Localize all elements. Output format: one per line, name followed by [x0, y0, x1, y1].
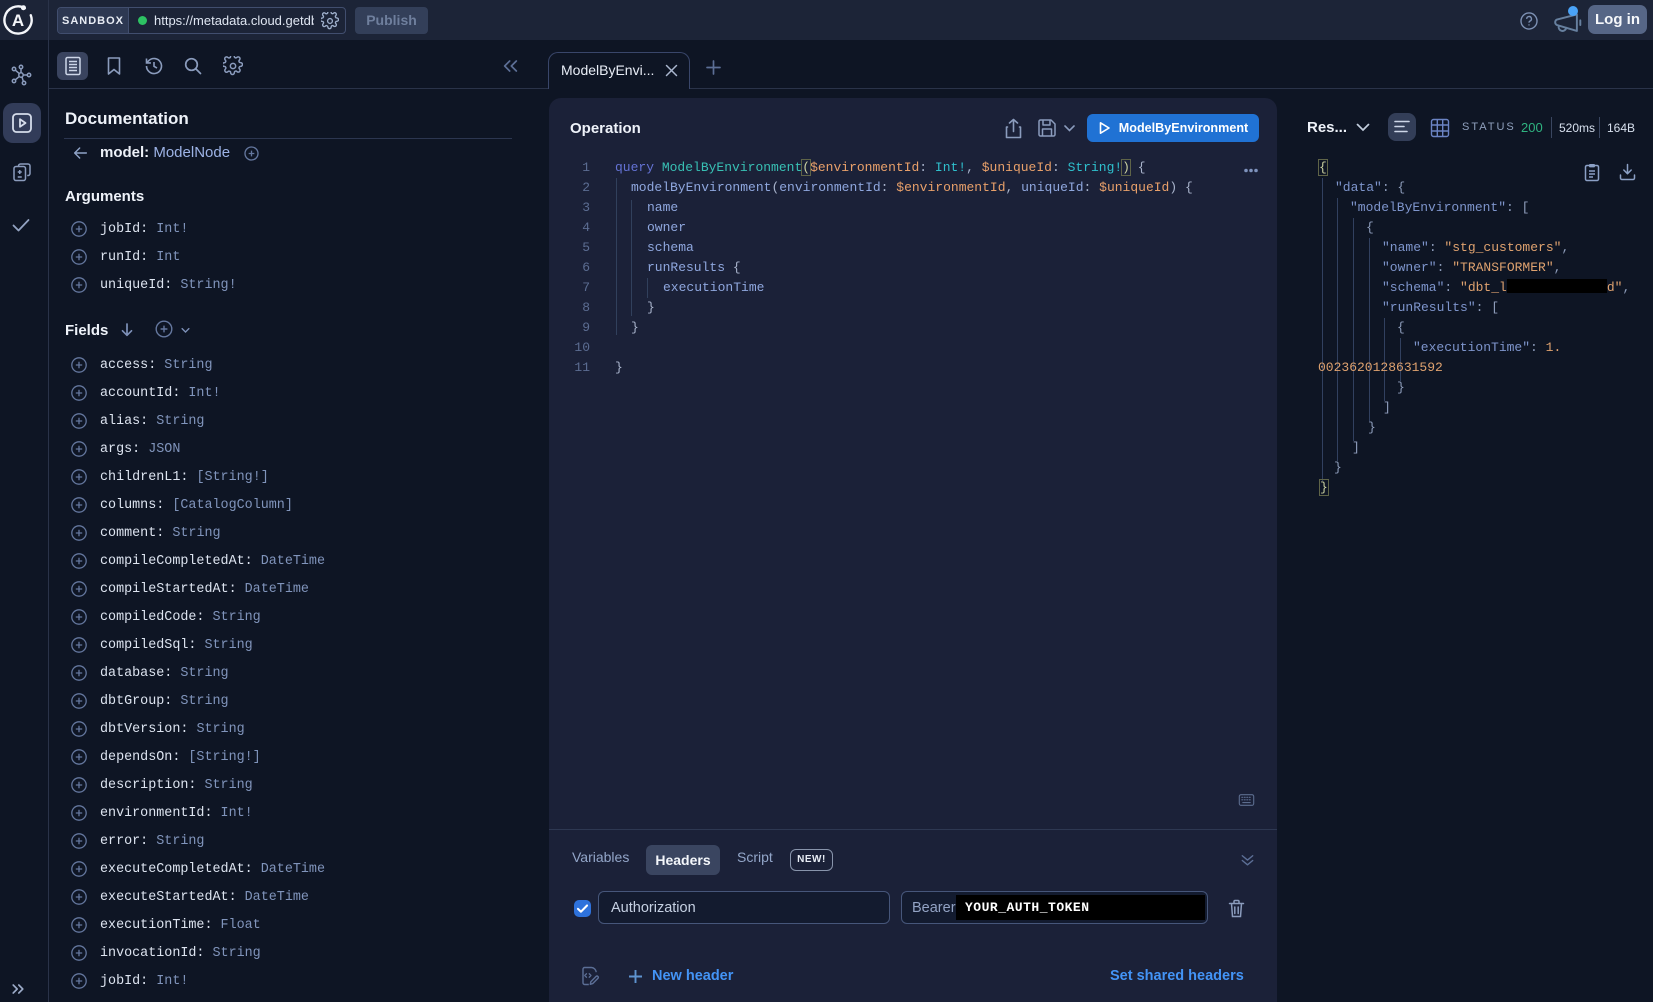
svg-text:A: A [12, 11, 24, 30]
